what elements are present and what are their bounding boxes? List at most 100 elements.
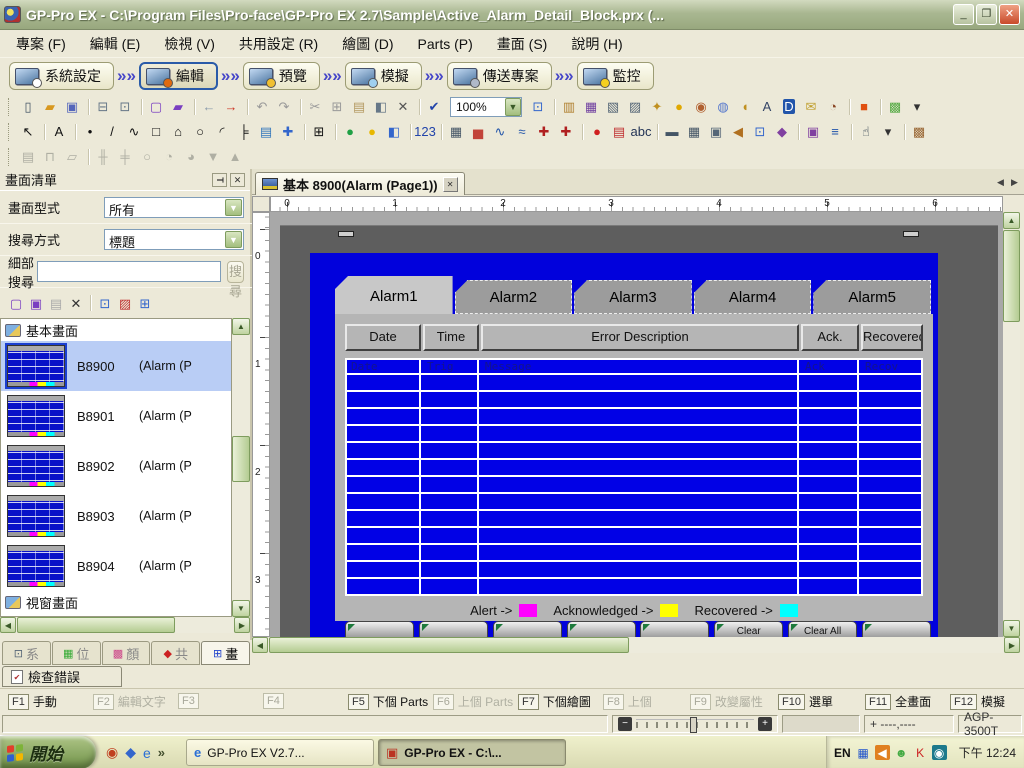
menu-item[interactable]: 檢視 (V) xyxy=(152,30,227,58)
screen-list-horizontal-scrollbar[interactable]: ◀ ▶ xyxy=(0,617,250,633)
screen-list-item[interactable]: B8901 (Alarm (P xyxy=(1,391,231,441)
close-panel-icon[interactable]: ✕ xyxy=(230,173,245,187)
csv-output-icon[interactable]: ▧ xyxy=(603,97,623,117)
zoom-dropdown-arrow-icon[interactable]: ▼ xyxy=(505,98,521,116)
new-screen-icon[interactable]: ▢ xyxy=(146,97,166,117)
chevron-down-icon[interactable]: ▼ xyxy=(225,231,242,248)
new-screen-button[interactable]: ▢ xyxy=(6,293,26,313)
contact-b-icon[interactable]: ╪ xyxy=(115,147,135,167)
canvas-vertical-scrollbar[interactable]: ▲ ▼ xyxy=(1003,212,1020,637)
window-display-icon[interactable]: ▬ xyxy=(662,122,682,142)
quick-launch-app2-icon[interactable]: ◆ xyxy=(125,744,136,761)
pin-panel-icon[interactable]: T xyxy=(212,173,227,187)
keypad-parts-icon[interactable]: ▦ xyxy=(446,122,466,142)
table-tool-icon[interactable]: ⊞ xyxy=(309,122,329,142)
close-button[interactable]: ✕ xyxy=(999,4,1020,25)
data-graph-icon[interactable]: ≈ xyxy=(512,122,532,142)
save-icon[interactable]: ▣ xyxy=(62,97,82,117)
undo-icon[interactable]: ↶ xyxy=(252,97,272,117)
sound-icon[interactable]: ◖ xyxy=(735,97,755,117)
d-script-icon[interactable]: D xyxy=(779,97,799,117)
alarm-action-button[interactable]: Clear All xyxy=(788,621,857,637)
panel-tab[interactable]: ▦ 位 xyxy=(52,641,101,665)
parts-list-icon[interactable]: ▤ xyxy=(18,147,38,167)
zoom-in-button[interactable]: + xyxy=(758,717,772,731)
switch-parts-icon[interactable]: ● xyxy=(340,122,360,142)
next-screen-icon[interactable]: → xyxy=(221,97,241,117)
design-viewport[interactable]: Alarm1Alarm2Alarm3Alarm4Alarm5 DateTimeE… xyxy=(270,212,1003,637)
alarm-action-button[interactable] xyxy=(567,621,636,637)
open-screen-icon[interactable]: ▰ xyxy=(168,97,188,117)
alarm-history-icon[interactable]: ▤ xyxy=(609,122,629,142)
alarm-tab[interactable]: Alarm3 xyxy=(574,280,692,314)
scrollbar-thumb[interactable] xyxy=(1003,230,1020,322)
remote-monitor-icon[interactable]: ⊡ xyxy=(750,122,770,142)
scroll-left-icon[interactable]: ◀ xyxy=(0,617,16,633)
touch-input-icon[interactable]: ☝ xyxy=(856,122,876,142)
flip-vertical-icon[interactable]: ✚ xyxy=(556,122,576,142)
previous-screen-icon[interactable]: ← xyxy=(199,97,219,117)
flip-horizontal-icon[interactable]: ✚ xyxy=(534,122,554,142)
language-change-icon[interactable]: A xyxy=(757,97,777,117)
screen-color-icon[interactable]: ■ xyxy=(854,97,874,117)
select-tool-icon[interactable]: ↖ xyxy=(18,122,38,142)
antivirus-icon[interactable]: K xyxy=(913,745,928,760)
movie-player-icon[interactable]: ▣ xyxy=(706,122,726,142)
screen-list-item[interactable]: B8903 (Alarm (P xyxy=(1,491,231,541)
data-load-icon[interactable]: ▲ xyxy=(225,147,245,167)
tab-scroll-right-icon[interactable]: ▶ xyxy=(1009,175,1020,189)
function-key[interactable]: F6 上個 Parts xyxy=(433,693,513,710)
taskbar-task-2[interactable]: ▣ GP-Pro EX - C:\... xyxy=(378,739,566,766)
copy-screen-button[interactable]: ▣ xyxy=(26,293,46,313)
screen-type-select[interactable]: 所有 ▼ xyxy=(104,197,244,218)
lamp-parts-icon[interactable]: ● xyxy=(362,122,382,142)
timer-off-icon[interactable]: ◕ xyxy=(181,147,201,167)
scrollbar-thumb[interactable] xyxy=(232,436,250,482)
bar-graph-icon[interactable]: ▅ xyxy=(468,122,488,142)
data-transfer-icon[interactable]: ◆ xyxy=(772,122,792,142)
panel-tab[interactable]: ◆ 共 xyxy=(151,641,200,665)
menu-item[interactable]: 繪圖 (D) xyxy=(330,30,405,58)
mail-icon[interactable]: ✉ xyxy=(801,97,821,117)
edit-button[interactable]: 編輯 xyxy=(139,62,218,90)
security-key-icon[interactable]: ✦ xyxy=(647,97,667,117)
preview-screen-button[interactable]: ⊡ xyxy=(95,293,115,313)
scroll-left-icon[interactable]: ◀ xyxy=(252,637,268,653)
document-tab[interactable]: 基本 8900(Alarm (Page1)) ✕ xyxy=(255,172,465,195)
hide-icons-chevron-icon[interactable]: ◀ xyxy=(875,745,890,760)
search-method-select[interactable]: 標題 ▼ xyxy=(104,229,244,250)
redo-icon[interactable]: ↷ xyxy=(274,97,294,117)
fit-to-screen-icon[interactable]: ⊡ xyxy=(528,97,548,117)
function-key[interactable]: F7 下個繪圖 xyxy=(518,693,591,710)
contact-a-icon[interactable]: ╫ xyxy=(93,147,113,167)
scrollbar-thumb[interactable] xyxy=(269,637,629,653)
simulation-button[interactable]: 模擬 xyxy=(345,62,422,90)
sound-parts-icon[interactable]: ◀ xyxy=(728,122,748,142)
alarm-column-header[interactable]: Ack. xyxy=(801,324,859,351)
hand-operation-icon[interactable]: ◉ xyxy=(691,97,711,117)
device-monitor-icon[interactable]: ▦ xyxy=(581,97,601,117)
panel-tab[interactable]: ⊡ 系 xyxy=(2,641,51,665)
quick-launch-app1-icon[interactable]: ◉ xyxy=(106,744,118,761)
timer-on-icon[interactable]: ◔ xyxy=(159,147,179,167)
paste-icon[interactable]: ▤ xyxy=(349,97,369,117)
image-placement-icon[interactable]: ▤ xyxy=(256,122,276,142)
arc-tool-icon[interactable]: ◜ xyxy=(212,122,232,142)
alarm-tab[interactable]: Alarm2 xyxy=(455,280,573,314)
error-check-tab[interactable]: ✔ 檢查錯誤 xyxy=(2,666,122,687)
address-label-icon[interactable]: ▱ xyxy=(62,147,82,167)
zoom-slider-thumb[interactable] xyxy=(690,717,697,733)
menu-item[interactable]: 專案 (F) xyxy=(4,30,78,58)
open-folder-icon[interactable]: ▰ xyxy=(40,97,60,117)
screen-list-vertical-scrollbar[interactable]: ▲ ▼ xyxy=(232,318,250,617)
screen-tree-button[interactable]: ⊞ xyxy=(135,293,155,313)
coil-icon[interactable]: ○ xyxy=(137,147,157,167)
preview-button[interactable]: 預覽 xyxy=(243,62,320,90)
alarm-action-button[interactable] xyxy=(493,621,562,637)
alarm-tab[interactable]: Alarm5 xyxy=(813,280,931,314)
line-tool-icon[interactable]: / xyxy=(102,122,122,142)
copy-settings-icon[interactable]: ▨ xyxy=(625,97,645,117)
alarm-column-header[interactable]: Date xyxy=(345,324,421,351)
delete-icon[interactable]: ✕ xyxy=(393,97,413,117)
function-key[interactable]: F10 選單 xyxy=(778,693,833,710)
